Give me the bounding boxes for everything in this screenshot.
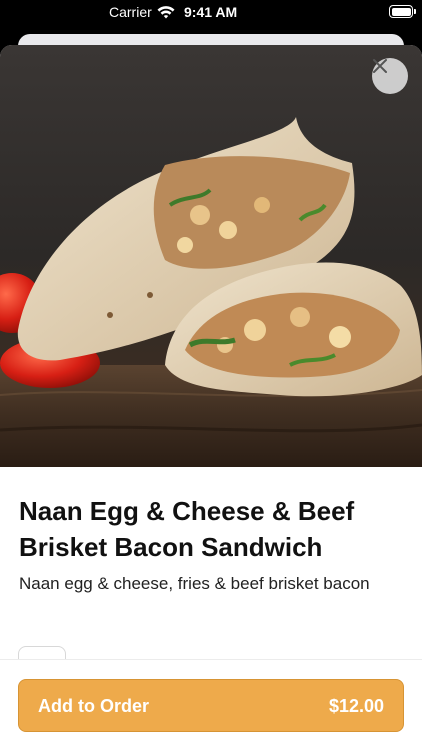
status-bar: Carrier 9:41 AM [0,0,422,26]
price-label: $12.00 [328,696,384,716]
item-description: Naan egg & cheese, fries & beef brisket … [19,574,370,593]
clock-label: 9:41 AM [184,4,238,20]
wifi-icon [157,6,175,19]
item-photo [0,45,422,467]
battery-icon [389,5,416,18]
close-icon [373,59,387,73]
carrier-label: Carrier [109,4,152,20]
item-title: Naan Egg & Cheese & Beef Brisket Bacon S… [19,496,355,562]
order-footer: Add to Order $12.00 [0,659,422,750]
close-button[interactable] [372,58,408,94]
item-detail-sheet: Naan Egg & Cheese & Beef Brisket Bacon S… [0,45,422,750]
add-to-order-label: Add to Order [38,696,149,716]
add-to-order-button[interactable]: Add to Order $12.00 [18,679,404,732]
